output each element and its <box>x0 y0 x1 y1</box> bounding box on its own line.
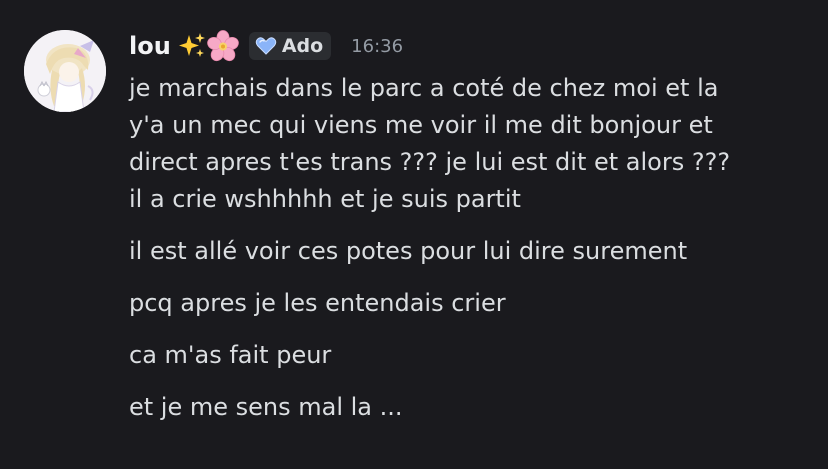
avatar[interactable] <box>24 30 106 112</box>
server-tag-label: Ado <box>281 35 324 57</box>
heart-gem-icon <box>255 36 277 56</box>
message-content: je marchais dans le parc a coté de chez … <box>129 70 819 441</box>
message-group: pcq apres je les entendais crier <box>129 285 819 322</box>
message-timestamp[interactable]: 16:36 <box>351 36 403 57</box>
sparkles-emoji-icon <box>177 31 207 61</box>
message-line: ca m'as fait peur <box>129 341 332 369</box>
server-tag[interactable]: Ado <box>248 32 332 60</box>
message-line: direct apres t'es trans ??? je lui est d… <box>129 148 731 176</box>
message-line: je marchais dans le parc a coté de chez … <box>129 74 719 102</box>
message-line: pcq apres je les entendais crier <box>129 289 506 317</box>
message-line: il a crie wshhhhh et je suis partit <box>129 185 521 213</box>
username[interactable]: lou <box>129 32 171 60</box>
message-header: lou Ado 16:36 <box>129 26 403 66</box>
message-line: y'a un mec qui viens me voir il me dit b… <box>129 111 713 139</box>
message-line: il est allé voir ces potes pour lui dire… <box>129 237 688 265</box>
cherry-blossom-emoji-icon <box>207 30 239 62</box>
message-group: et je me sens mal la ... <box>129 389 819 426</box>
message-line: et je me sens mal la ... <box>129 393 403 421</box>
message-group: ca m'as fait peur <box>129 337 819 374</box>
message-group: il est allé voir ces potes pour lui dire… <box>129 233 819 270</box>
chat-message: lou Ado 16:36 je marchais dans le parc a… <box>0 0 828 469</box>
message-group: je marchais dans le parc a coté de chez … <box>129 70 819 218</box>
username-emojis <box>177 30 239 62</box>
